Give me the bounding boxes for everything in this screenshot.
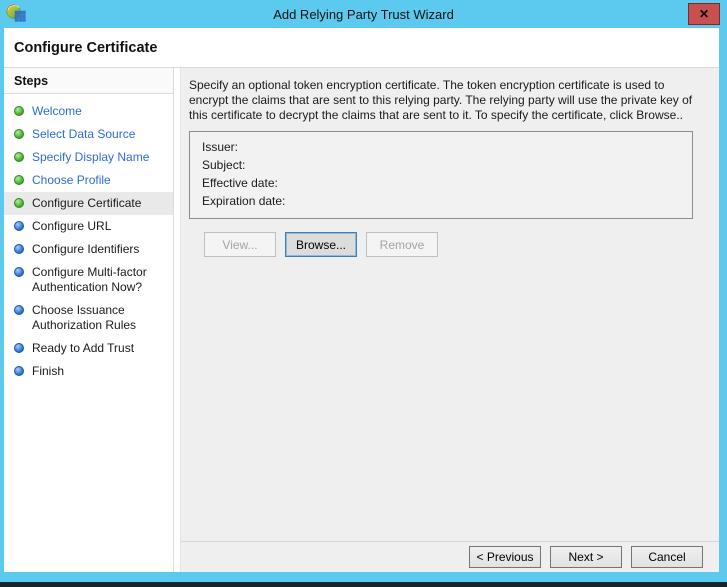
step-status-icon [14,198,24,208]
step-status-icon [14,129,24,139]
step-status-icon [14,152,24,162]
remove-button: Remove [366,232,438,257]
wizard-window: Add Relying Party Trust Wizard ✕ Configu… [0,0,727,587]
view-button: View... [204,232,276,257]
certificate-field-label: Expiration date: [202,194,286,208]
sidebar-step-configure-multi-factor-authentication-now: Configure Multi-factor Authentication No… [4,261,173,299]
step-status-icon [14,106,24,116]
step-label: Choose Profile [32,173,111,187]
step-label: Configure Certificate [32,196,142,210]
page-title: Configure Certificate [14,39,158,56]
certificate-field-label: Issuer: [202,140,239,154]
steps-panel-title: Steps [4,68,173,94]
sidebar-step-choose-profile[interactable]: Choose Profile [4,169,173,192]
previous-button[interactable]: < Previous [469,546,541,568]
cancel-button[interactable]: Cancel [631,546,703,568]
sidebar-step-ready-to-add-trust: Ready to Add Trust [4,337,173,360]
step-label: Specify Display Name [32,150,150,164]
sidebar-step-configure-identifiers: Configure Identifiers [4,238,173,261]
steps-panel: Steps Welcome Select Data Source Specify D… [4,68,174,572]
step-status-icon [14,305,24,315]
window-bottom-border [0,582,727,587]
sidebar-step-select-data-source[interactable]: Select Data Source [4,123,173,146]
instruction-text: Specify an optional token encryption cer… [189,78,693,122]
titlebar[interactable]: Add Relying Party Trust Wizard ✕ [0,0,727,28]
page-header: Configure Certificate [4,28,719,68]
step-label: Configure Identifiers [32,242,140,256]
step-status-icon [14,221,24,231]
step-status-icon [14,244,24,254]
certificate-field-label: Subject: [202,158,246,172]
sidebar-step-choose-issuance-authorization-rules: Choose Issuance Authorization Rules [4,299,173,337]
window-title: Add Relying Party Trust Wizard [273,6,454,22]
close-icon: ✕ [698,7,710,21]
steps-list: Welcome Select Data Source Specify Display… [4,100,173,383]
step-status-icon [14,267,24,277]
step-label: Finish [32,364,65,378]
close-button[interactable]: ✕ [688,3,720,25]
sidebar-step-finish: Finish [4,360,173,383]
step-status-icon [14,175,24,185]
content-panel: Specify an optional token encryption cer… [180,68,719,572]
step-label: Choose Issuance Authorization Rules [32,303,137,332]
step-status-icon [14,343,24,353]
wizard-page: Specify an optional token encryption cer… [181,68,719,541]
sidebar-step-configure-certificate: Configure Certificate [4,192,173,215]
certificate-field-label: Effective date: [202,176,278,190]
step-label: Configure URL [32,219,112,233]
step-label: Ready to Add Trust [32,341,135,355]
next-button[interactable]: Next > [550,546,622,568]
wizard-body: Steps Welcome Select Data Source Specify D… [4,68,719,572]
certificate-box: Issuer: Subject: Effective date: Expiration… [189,131,693,219]
sidebar-step-welcome[interactable]: Welcome [4,100,173,123]
step-label: Select Data Source [32,127,136,141]
sidebar-step-configure-url: Configure URL [4,215,173,238]
certificate-actions: View... Browse... Remove [189,232,693,257]
sidebar-step-specify-display-name[interactable]: Specify Display Name [4,146,173,169]
browse-button[interactable]: Browse... [285,232,357,257]
step-status-icon [14,366,24,376]
step-label: Configure Multi-factor Authentication No… [32,265,147,294]
wizard-footer: < Previous Next > Cancel [181,541,719,572]
step-label: Welcome [32,104,82,118]
wizard-frame: Configure Certificate Steps Welcome Selec… [4,28,719,572]
